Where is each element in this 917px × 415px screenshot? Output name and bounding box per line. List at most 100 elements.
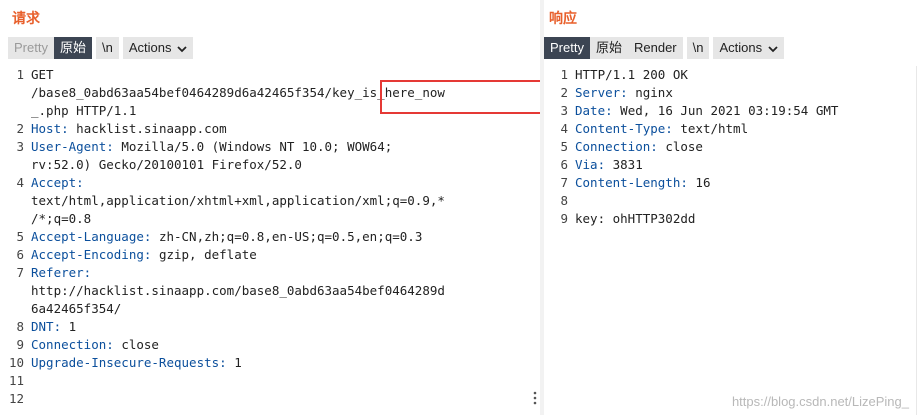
code-text: http://hacklist.sinaapp.com/base8_0abd63… xyxy=(31,282,445,300)
line-number: 7 xyxy=(560,175,568,190)
code-text: text/html,application/xhtml+xml,applicat… xyxy=(31,192,445,210)
response-tab-raw[interactable]: 原始 xyxy=(589,37,628,59)
header-value: nginx xyxy=(627,85,673,100)
code-line: 6 Accept-Encoding: gzip, deflate xyxy=(0,246,544,264)
code-line: 3 User-Agent: Mozilla/5.0 (Windows NT 10.… xyxy=(0,138,544,156)
header-name: Server: xyxy=(575,85,628,100)
header-value: http://hacklist.sinaapp.com/base8_0abd63… xyxy=(31,283,445,298)
line-number: 4 xyxy=(560,121,568,136)
line-number: 12 xyxy=(8,391,24,406)
line-number: 3 xyxy=(16,139,24,154)
header-value: GET xyxy=(31,67,54,82)
response-editor[interactable]: 1 HTTP/1.1 200 OK 2 Server: nginx 3 Date: Wed… xyxy=(544,66,917,415)
header-name: Connection: xyxy=(31,337,114,352)
code-line: 8 xyxy=(544,192,917,210)
highlight-box xyxy=(380,80,542,114)
request-tab-raw[interactable]: 原始 xyxy=(53,37,92,59)
code-text: Accept: xyxy=(31,174,84,192)
request-newline-toggle[interactable]: \n xyxy=(95,37,119,59)
line-number: 6 xyxy=(16,247,24,262)
code-line: 2 Host: hacklist.sinaapp.com xyxy=(0,120,544,138)
code-line: 6 Via: 3831 xyxy=(544,156,917,174)
code-line: 12 xyxy=(0,390,544,408)
line-number xyxy=(0,84,31,102)
header-name: Accept: xyxy=(31,175,84,190)
code-text: Via: 3831 xyxy=(575,156,643,174)
header-name: Upgrade-Insecure-Requests: xyxy=(31,355,227,370)
code-text: key: ohHTTP302dd xyxy=(575,210,695,228)
header-name: DNT: xyxy=(31,319,62,334)
code-line: 1 HTTP/1.1 200 OK xyxy=(544,66,917,84)
code-line: 3 Date: Wed, 16 Jun 2021 03:19:54 GMT xyxy=(544,102,917,120)
header-value: rv:52.0) Gecko/20100101 Firefox/52.0 xyxy=(31,157,302,172)
header-value: text/html,application/xhtml+xml,applicat… xyxy=(31,193,445,208)
request-toolbar: Pretty 原始 \n Actions xyxy=(8,37,194,59)
header-value: close xyxy=(657,139,703,154)
code-text: DNT: 1 xyxy=(31,318,76,336)
header-value: _.php HTTP/1.1 xyxy=(31,103,137,118)
line-number xyxy=(0,156,31,174)
line-number: 8 xyxy=(560,193,568,208)
header-value: close xyxy=(113,337,159,352)
header-name: Referer: xyxy=(31,265,92,280)
header-name: Via: xyxy=(575,157,606,172)
header-value: Wed, 16 Jun 2021 03:19:54 GMT xyxy=(612,103,839,118)
response-tab-render[interactable]: Render xyxy=(627,37,683,59)
code-line: 7 Referer: xyxy=(0,264,544,282)
more-options-icon[interactable] xyxy=(533,391,537,405)
header-name: Accept-Language: xyxy=(31,229,152,244)
header-name: Date: xyxy=(575,103,613,118)
line-number: 9 xyxy=(560,211,568,226)
header-value: zh-CN,zh;q=0.8,en-US;q=0.5,en;q=0.3 xyxy=(151,229,423,244)
code-line: /*;q=0.8 xyxy=(0,210,544,228)
code-line: 11 xyxy=(0,372,544,390)
code-text: GET xyxy=(31,66,54,84)
line-number xyxy=(0,210,31,228)
header-value: key: ohHTTP302dd xyxy=(575,211,696,226)
code-text: Connection: close xyxy=(31,336,159,354)
code-line: 2 Server: nginx xyxy=(544,84,917,102)
code-text: rv:52.0) Gecko/20100101 Firefox/52.0 xyxy=(31,156,302,174)
header-value: gzip, deflate xyxy=(151,247,257,262)
code-text: /*;q=0.8 xyxy=(31,210,91,228)
request-title: 请求 xyxy=(12,10,40,26)
header-name: Content-Length: xyxy=(575,175,688,190)
line-number xyxy=(0,282,31,300)
header-value: 1 xyxy=(226,355,242,370)
code-text: Accept-Encoding: gzip, deflate xyxy=(31,246,257,264)
line-number: 8 xyxy=(16,319,24,334)
line-number: 10 xyxy=(8,355,24,370)
request-editor[interactable]: 1 GET/base8_0abd63aa54bef0464289d6a42465f… xyxy=(0,66,544,415)
code-line: 6a42465f354/ xyxy=(0,300,544,318)
code-line: rv:52.0) Gecko/20100101 Firefox/52.0 xyxy=(0,156,544,174)
line-number: 1 xyxy=(560,67,568,82)
code-text: Referer: xyxy=(31,264,91,282)
chevron-down-icon xyxy=(768,45,778,52)
header-value: 6a42465f354/ xyxy=(31,301,122,316)
code-line: 5 Accept-Language: zh-CN,zh;q=0.8,en-US;q… xyxy=(0,228,544,246)
header-name: User-Agent: xyxy=(31,139,114,154)
code-text: Connection: close xyxy=(575,138,703,156)
chevron-down-icon xyxy=(177,45,187,52)
code-line: text/html,application/xhtml+xml,applicat… xyxy=(0,192,544,210)
code-line: http://hacklist.sinaapp.com/base8_0abd63… xyxy=(0,282,544,300)
response-pane: 响应 Pretty 原始 Render \n Actions 1 HTTP/1.1… xyxy=(544,0,917,415)
line-number: 2 xyxy=(560,85,568,100)
response-newline-toggle[interactable]: \n xyxy=(686,37,710,59)
line-number: 6 xyxy=(560,157,568,172)
header-name: Connection: xyxy=(575,139,658,154)
response-tab-pretty[interactable]: Pretty xyxy=(544,37,590,59)
code-text: 6a42465f354/ xyxy=(31,300,121,318)
line-number: 3 xyxy=(560,103,568,118)
response-actions-button[interactable]: Actions xyxy=(713,37,784,59)
header-value: HTTP/1.1 200 OK xyxy=(575,67,688,82)
header-name: Content-Type: xyxy=(575,121,673,136)
request-actions-button[interactable]: Actions xyxy=(122,37,194,59)
request-tab-pretty[interactable]: Pretty xyxy=(8,37,54,59)
request-actions-label: Actions xyxy=(128,40,172,55)
header-value: hacklist.sinaapp.com xyxy=(68,121,227,136)
code-text: User-Agent: Mozilla/5.0 (Windows NT 10.0… xyxy=(31,138,392,156)
header-name: Host: xyxy=(31,121,69,136)
header-value: Mozilla/5.0 (Windows NT 10.0; WOW64; xyxy=(113,139,393,154)
code-line: 4 Accept: xyxy=(0,174,544,192)
